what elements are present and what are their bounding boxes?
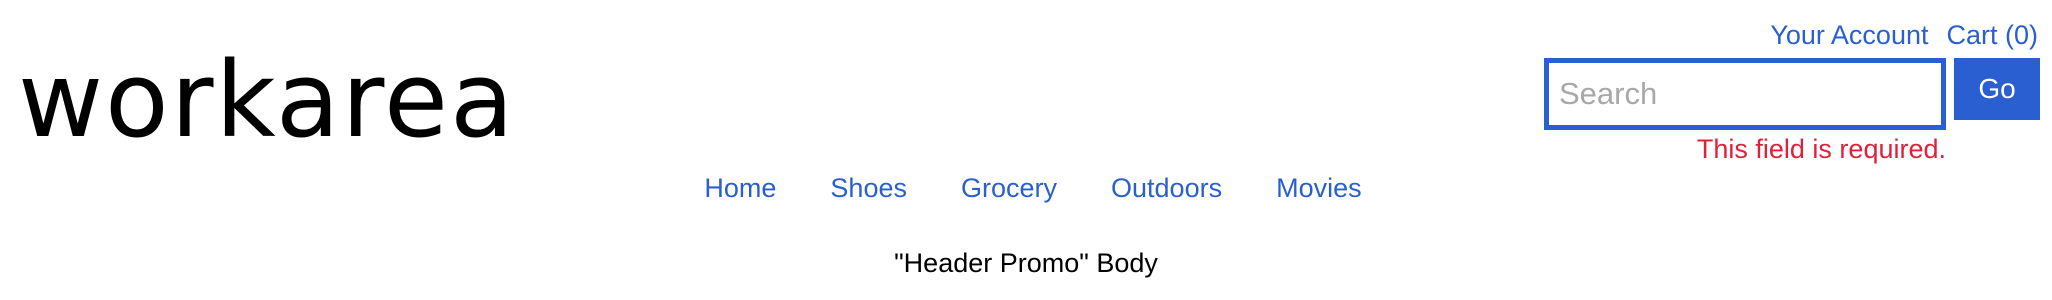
nav-item-home[interactable]: Home bbox=[690, 173, 776, 204]
nav-item-shoes[interactable]: Shoes bbox=[816, 173, 907, 204]
primary-nav: Home Shoes Grocery Outdoors Movies bbox=[0, 173, 2052, 204]
search-field-wrapper bbox=[1544, 58, 1946, 130]
cart-link[interactable]: Cart (0) bbox=[1946, 20, 2038, 51]
your-account-link[interactable]: Your Account bbox=[1770, 20, 1928, 51]
account-links: Your Account Cart (0) bbox=[1770, 20, 2038, 51]
search-input[interactable] bbox=[1549, 63, 1941, 125]
page-header: workarea Your Account Cart (0) Go This f… bbox=[0, 0, 2052, 300]
search-error-message: This field is required. bbox=[1696, 134, 1946, 164]
search-go-button[interactable]: Go bbox=[1954, 58, 2040, 120]
nav-item-grocery[interactable]: Grocery bbox=[947, 173, 1057, 204]
nav-item-movies[interactable]: Movies bbox=[1262, 173, 1362, 204]
header-promo-body: "Header Promo" Body bbox=[894, 248, 1158, 278]
site-logo[interactable]: workarea bbox=[18, 48, 516, 152]
nav-item-outdoors[interactable]: Outdoors bbox=[1097, 173, 1222, 204]
